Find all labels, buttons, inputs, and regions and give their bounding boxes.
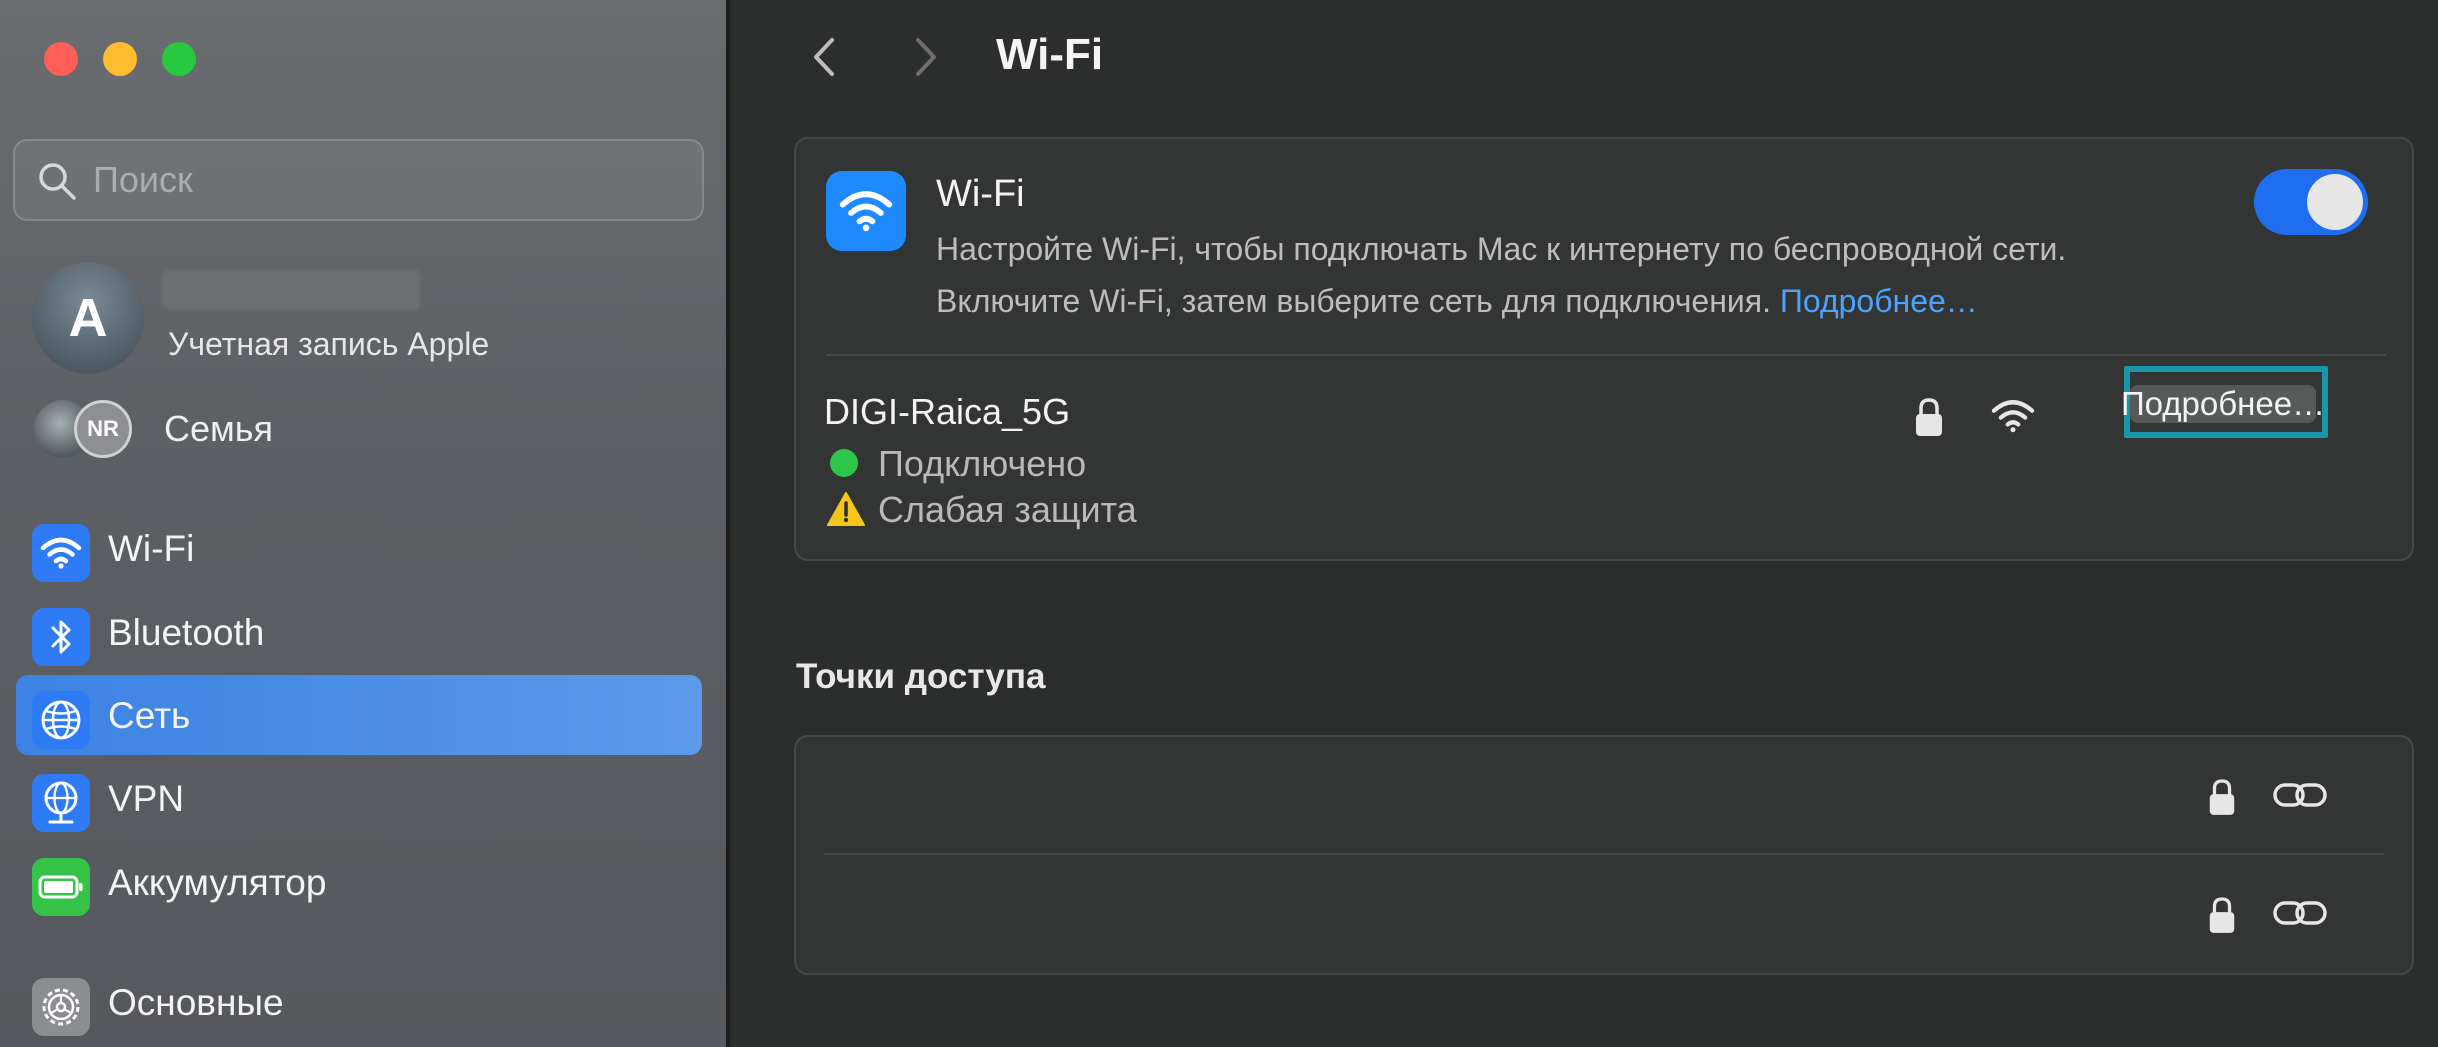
maximize-window-button[interactable] (162, 42, 196, 76)
warning-icon (827, 492, 865, 526)
bluetooth-icon (32, 608, 90, 666)
wifi-icon (32, 524, 90, 582)
hotspots-section-title: Точки доступа (796, 657, 1046, 696)
close-window-button[interactable] (44, 42, 78, 76)
wifi-description-second: Включите Wi-Fi, затем выберите сеть для … (936, 283, 1978, 320)
family-label: Семья (164, 408, 274, 449)
battery-icon (32, 858, 90, 916)
family-avatar-initials: NR (74, 400, 132, 458)
family[interactable]: NR Семья (34, 398, 684, 460)
sidebar-item-general[interactable]: Основные (16, 962, 702, 1042)
sidebar-item-network[interactable]: Сеть (16, 675, 702, 755)
main-panel: Wi-Fi Wi-Fi Настройте Wi-Fi, чтобы подкл… (734, 0, 2438, 1047)
sidebar-item-label: Основные (108, 982, 284, 1023)
connection-status: Подключено (878, 443, 1087, 484)
sidebar-item-label: Wi-Fi (108, 528, 195, 569)
hotspot-row[interactable] (796, 855, 2412, 973)
sidebar-item-wifi[interactable]: Wi-Fi (16, 508, 702, 588)
hotspots-list (794, 735, 2414, 975)
lock-icon (2209, 897, 2235, 933)
sidebar-item-label: Bluetooth (108, 612, 265, 653)
sidebar-item-vpn[interactable]: VPN (16, 758, 702, 838)
wifi-signal-icon (1991, 400, 2035, 433)
gear-icon (32, 978, 90, 1036)
search-icon (39, 163, 76, 200)
hotspot-row[interactable] (796, 737, 2412, 855)
lock-icon (2209, 779, 2235, 815)
link-icon (2273, 901, 2327, 925)
divider (826, 354, 2386, 356)
toggle-knob (2307, 174, 2363, 230)
wifi-icon (826, 171, 906, 251)
vpn-globe-icon (32, 774, 90, 832)
page-title: Wi-Fi (996, 30, 1104, 79)
account-label: Учетная запись Apple (168, 326, 490, 362)
search-box[interactable] (13, 139, 704, 221)
minimize-window-button[interactable] (103, 42, 137, 76)
network-name: DIGI-Raica_5G (824, 391, 1071, 432)
apple-account[interactable]: A Учетная запись Apple (32, 262, 682, 374)
globe-icon (32, 691, 90, 749)
connected-status-dot (830, 449, 858, 477)
sidebar-item-battery[interactable]: Аккумулятор (16, 842, 702, 922)
sidebar-item-label: Сеть (108, 695, 191, 736)
link-icon (2273, 783, 2327, 807)
wifi-description: Настройте Wi-Fi, чтобы подключать Mac к … (936, 231, 2067, 267)
sidebar-item-bluetooth[interactable]: Bluetooth (16, 592, 702, 672)
search-input[interactable] (93, 141, 673, 219)
sidebar-item-label: Аккумулятор (108, 862, 327, 903)
security-warning: Слабая защита (878, 489, 1137, 530)
sidebar-item-label: VPN (108, 778, 185, 819)
lock-icon (1916, 398, 1942, 436)
wifi-card: Wi-Fi Настройте Wi-Fi, чтобы подключать … (794, 137, 2414, 561)
forward-chevron-icon[interactable] (906, 32, 946, 82)
wifi-description-text: Включите Wi-Fi, затем выберите сеть для … (936, 283, 1771, 319)
learn-more-link[interactable]: Подробнее… (1780, 283, 1978, 319)
wifi-toggle[interactable] (2254, 169, 2368, 235)
back-chevron-icon[interactable] (804, 32, 844, 82)
details-button[interactable]: Подробнее… (2121, 385, 2325, 423)
wifi-card-title: Wi-Fi (936, 173, 1025, 215)
system-settings-window: A Учетная запись Apple NR Семья Wi-Fi (0, 0, 2438, 1047)
avatar: A (32, 262, 144, 374)
sidebar: A Учетная запись Apple NR Семья Wi-Fi (0, 0, 730, 1047)
account-name-redacted (162, 270, 420, 310)
